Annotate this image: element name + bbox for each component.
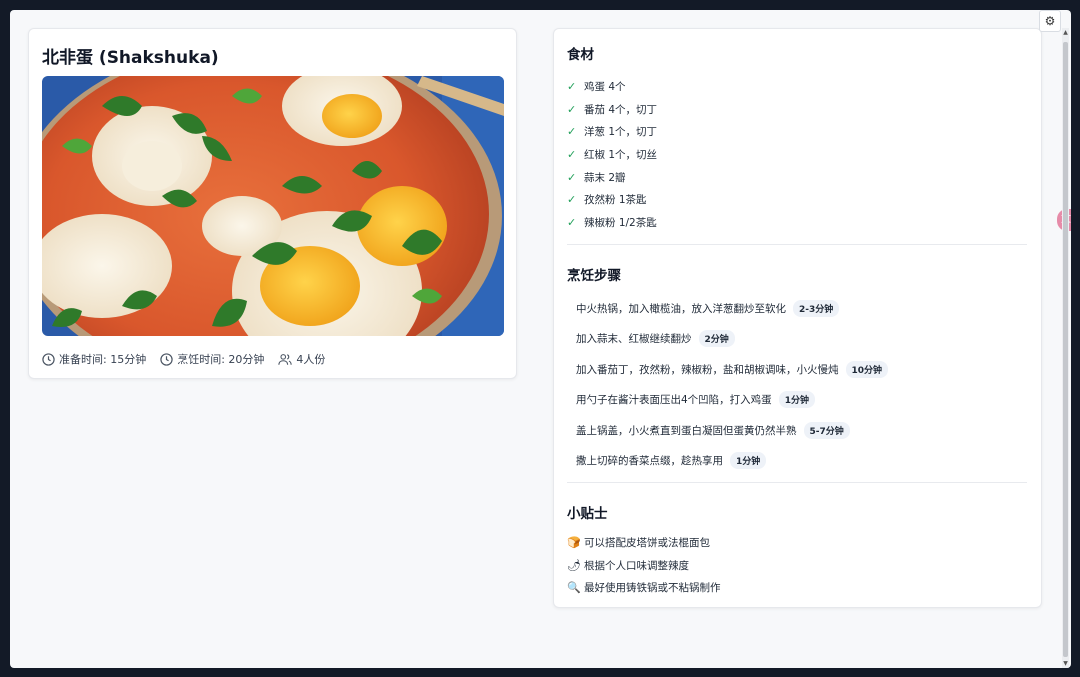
ingredient-label: 红椒 1个，切丝 <box>584 148 658 161</box>
tip-list: 🍞 可以搭配皮塔饼或法棍面包 🌶 根据个人口味调整辣度 🔍 最好使用铸铁锅或不粘锅制作 <box>567 531 721 599</box>
scrollbar-thumb[interactable] <box>1063 42 1068 657</box>
step-text: 用勺子在酱汁表面压出4个凹陷，打入鸡蛋 <box>576 394 772 407</box>
ingredient-label: 蒜末 2瓣 <box>584 171 626 184</box>
check-icon: ✓ <box>567 79 577 93</box>
divider <box>567 244 1027 245</box>
tip-item: 🍞 可以搭配皮塔饼或法棍面包 <box>567 531 721 554</box>
prep-time: 准备时间: 15分钟 <box>42 351 146 367</box>
ingredient-label: 鸡蛋 4个 <box>584 80 626 93</box>
tip-text: 最好使用铸铁锅或不粘锅制作 <box>584 582 721 595</box>
servings: 4人份 <box>278 351 325 367</box>
step-text: 加入蒜末、红椒继续翻炒 <box>576 333 692 346</box>
cook-time: 烹饪时间: 20分钟 <box>160 351 264 367</box>
step-text: 撒上切碎的香菜点缀，趁热享用 <box>576 455 723 468</box>
ingredient-label: 番茄 4个，切丁 <box>584 103 658 116</box>
tip-text: 根据个人口味调整辣度 <box>584 559 689 572</box>
check-icon: ✓ <box>567 147 577 161</box>
recipe-overview-card: 北非蛋 (Shakshuka) 准备时间: 15分钟 烹饪时间: 20分钟 4人… <box>28 28 517 379</box>
step-time-badge: 5-7分钟 <box>803 421 850 439</box>
step-item: 加入番茄丁，孜然粉，辣椒粉，盐和胡椒调味，小火慢炖 10分钟 <box>576 354 889 385</box>
ingredients-heading: 食材 <box>567 47 594 63</box>
scroll-down-arrow[interactable]: ▼ <box>1061 659 1070 668</box>
step-time-badge: 1分钟 <box>778 391 815 409</box>
app-window: 北非蛋 (Shakshuka) 准备时间: 15分钟 烹饪时间: 20分钟 4人… <box>10 10 1071 668</box>
magnifier-icon: 🔍 <box>567 581 581 595</box>
list-item: ✓ 番茄 4个，切丁 <box>567 98 657 121</box>
check-icon: ✓ <box>567 125 577 139</box>
divider <box>567 482 1027 483</box>
step-item: 加入蒜末、红椒继续翻炒 2分钟 <box>576 324 888 355</box>
vertical-scrollbar[interactable]: ▲ ▼ <box>1061 28 1070 668</box>
ingredient-list: ✓ 鸡蛋 4个 ✓ 番茄 4个，切丁 ✓ 洋葱 1个，切丁 ✓ 红椒 1个，切丝 ✓ 蒜末… <box>567 75 657 234</box>
check-icon: ✓ <box>567 215 577 229</box>
recipe-photo <box>42 76 504 336</box>
cook-time-label: 烹饪时间: 20分钟 <box>177 353 265 366</box>
steps-heading: 烹饪步骤 <box>567 268 621 284</box>
list-item: ✓ 鸡蛋 4个 <box>567 75 657 98</box>
step-list: 中火热锅，加入橄榄油，放入洋葱翻炒至软化 2-3分钟 加入蒜末、红椒继续翻炒 2分钟… <box>576 293 889 477</box>
servings-label: 4人份 <box>296 353 326 366</box>
step-item: 盖上锅盖，小火煮直到蛋白凝固但蛋黄仍然半熟 5-7分钟 <box>576 415 888 446</box>
list-item: ✓ 蒜末 2瓣 <box>567 166 657 189</box>
list-item: ✓ 孜然粉 1茶匙 <box>567 188 657 211</box>
step-time-badge: 2-3分钟 <box>793 299 840 317</box>
check-icon: ✓ <box>567 102 577 116</box>
scroll-up-arrow[interactable]: ▲ <box>1061 28 1070 37</box>
check-icon: ✓ <box>567 170 577 184</box>
recipe-title: 北非蛋 (Shakshuka) <box>42 48 219 68</box>
list-item: ✓ 红椒 1个，切丝 <box>567 143 657 166</box>
settings-button[interactable]: ⚙ <box>1039 10 1061 32</box>
ingredient-label: 孜然粉 1茶匙 <box>584 194 647 207</box>
ingredient-label: 辣椒粉 1/2茶匙 <box>584 216 657 229</box>
step-time-badge: 10分钟 <box>845 360 889 378</box>
chili-icon: 🌶 <box>567 558 581 572</box>
step-item: 撒上切碎的香菜点缀，趁热享用 1分钟 <box>576 446 888 477</box>
users-icon <box>278 353 293 365</box>
list-item: ✓ 辣椒粉 1/2茶匙 <box>567 211 657 234</box>
recipe-details-card: 食材 ✓ 鸡蛋 4个 ✓ 番茄 4个，切丁 ✓ 洋葱 1个，切丁 ✓ 红椒 1个，切丝 … <box>553 28 1042 608</box>
step-time-badge: 1分钟 <box>730 452 767 470</box>
step-item: 中火热锅，加入橄榄油，放入洋葱翻炒至软化 2-3分钟 <box>576 293 888 324</box>
gear-icon: ⚙ <box>1044 14 1056 28</box>
tip-text: 可以搭配皮塔饼或法棍面包 <box>584 536 710 549</box>
check-icon: ✓ <box>567 193 577 207</box>
step-text: 加入番茄丁，孜然粉，辣椒粉，盐和胡椒调味，小火慢炖 <box>576 363 839 376</box>
prep-time-label: 准备时间: 15分钟 <box>59 353 147 366</box>
list-item: ✓ 洋葱 1个，切丁 <box>567 120 657 143</box>
tip-item: 🔍 最好使用铸铁锅或不粘锅制作 <box>567 576 721 599</box>
clock-icon <box>160 352 173 366</box>
step-text: 盖上锅盖，小火煮直到蛋白凝固但蛋黄仍然半熟 <box>576 424 797 437</box>
recipe-meta: 准备时间: 15分钟 烹饪时间: 20分钟 4人份 <box>42 351 339 367</box>
tips-heading: 小贴士 <box>567 506 608 522</box>
step-item: 用勺子在酱汁表面压出4个凹陷，打入鸡蛋 1分钟 <box>576 385 888 416</box>
clock-icon <box>42 352 55 366</box>
ingredient-label: 洋葱 1个，切丁 <box>584 126 658 139</box>
step-time-badge: 2分钟 <box>698 330 735 348</box>
bread-icon: 🍞 <box>567 535 581 549</box>
tip-item: 🌶 根据个人口味调整辣度 <box>567 554 721 577</box>
step-text: 中火热锅，加入橄榄油，放入洋葱翻炒至软化 <box>576 302 786 315</box>
